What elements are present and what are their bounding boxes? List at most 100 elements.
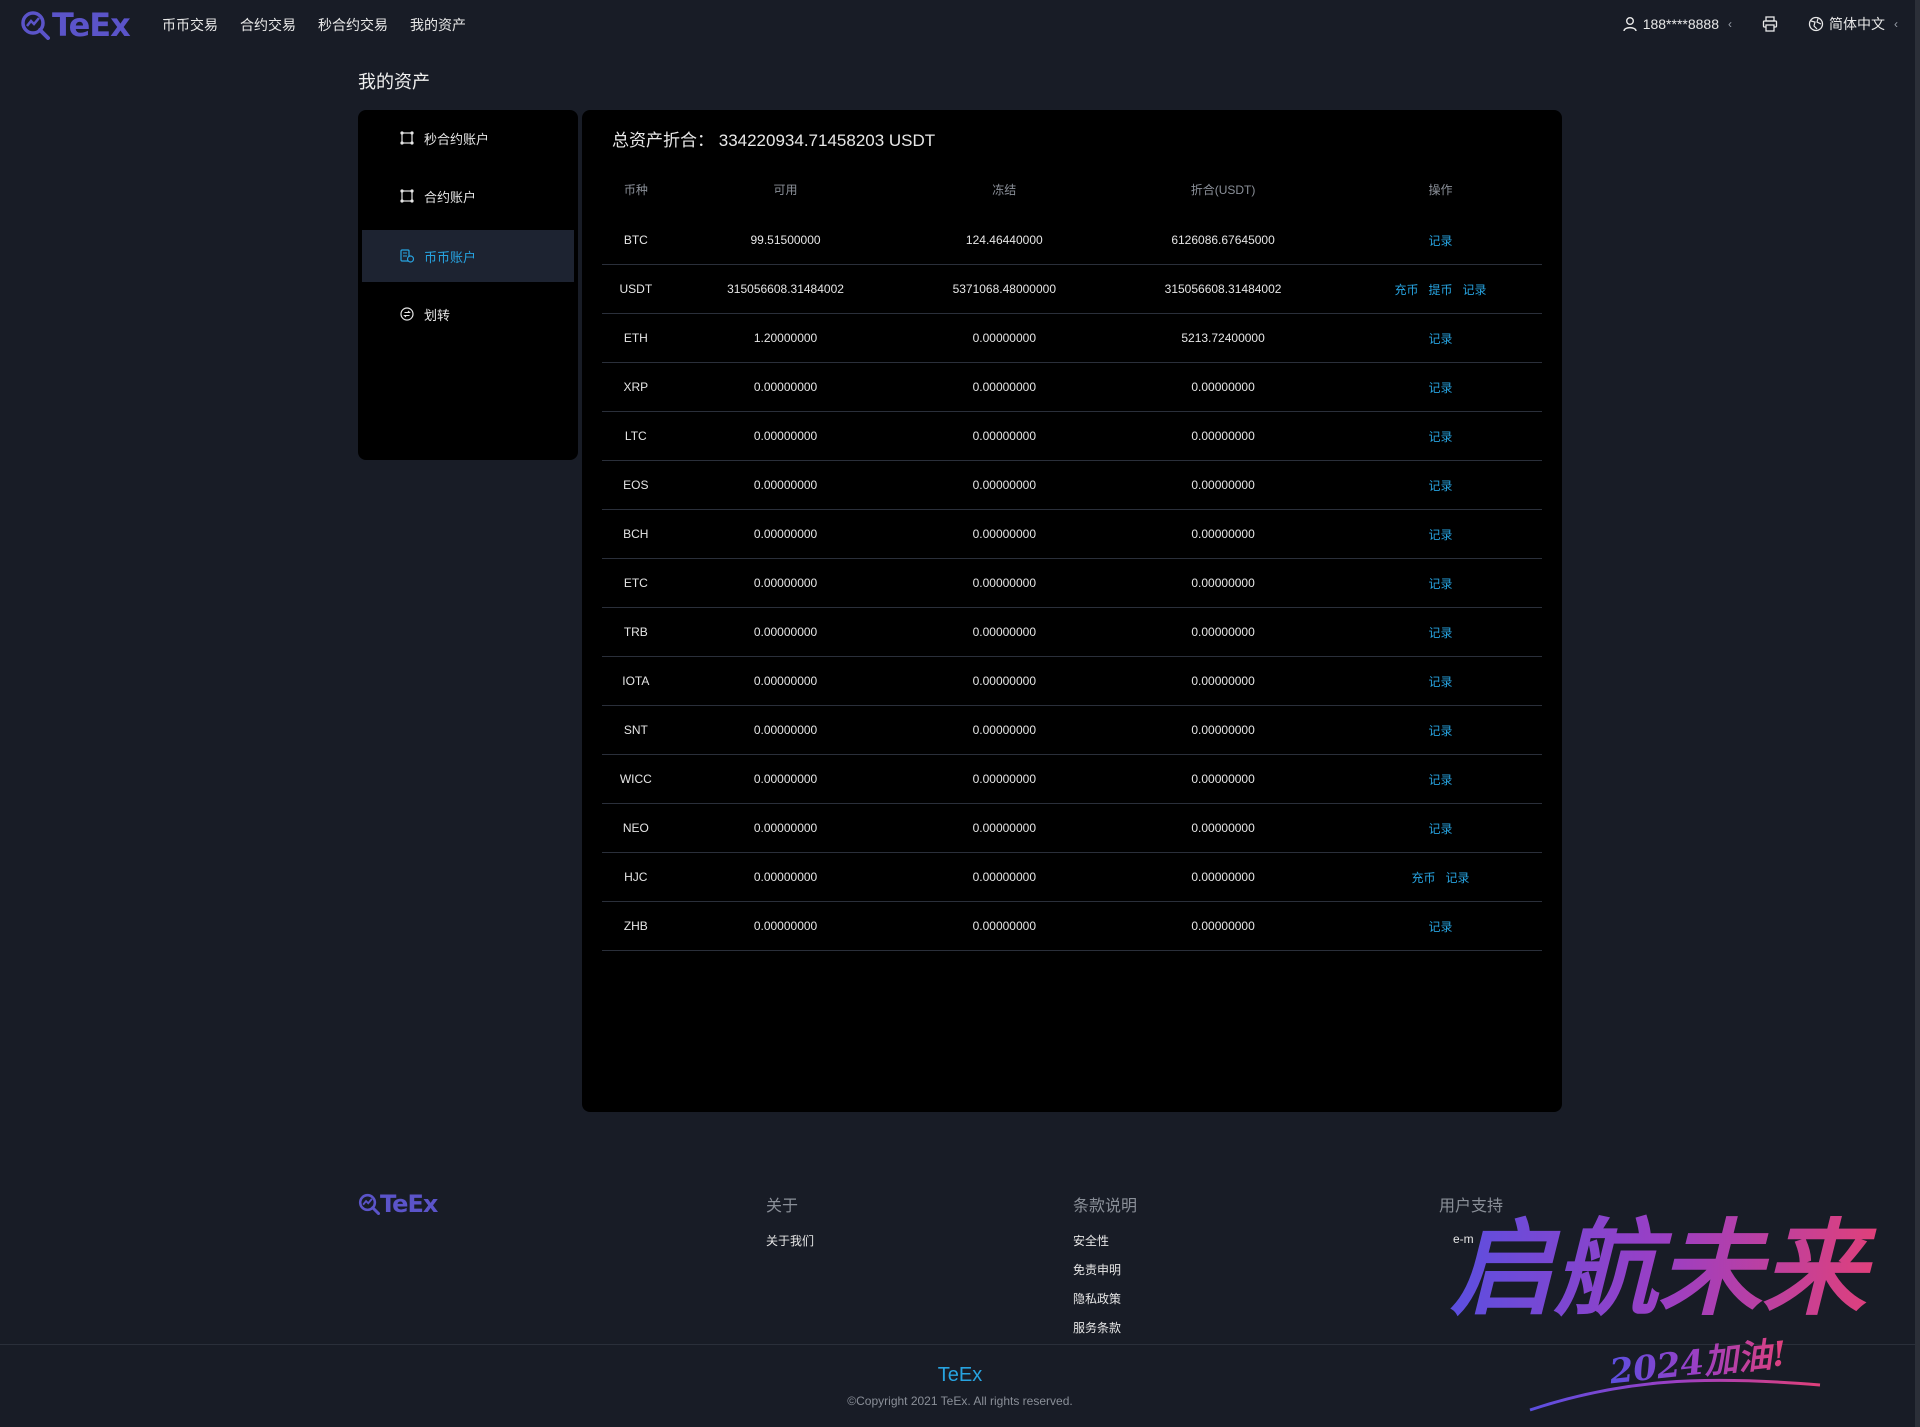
printer-icon (1762, 16, 1778, 32)
language-label: 简体中文 (1829, 16, 1885, 32)
cell-frozen: 124.46440000 (901, 216, 1108, 265)
footer-link-about-us[interactable]: 关于我们 (766, 1232, 814, 1249)
total-assets-value: 334220934.71458203 USDT (718, 131, 936, 150)
footer-link-security[interactable]: 安全性 (1073, 1232, 1137, 1249)
nav-my-assets[interactable]: 我的资产 (410, 15, 466, 35)
cell-actions: 记录 (1338, 509, 1542, 559)
column-header-available: 可用 (773, 182, 798, 197)
footer-logo[interactable]: TeEx (358, 1190, 438, 1218)
column-header-usdt-value: 折合(USDT) (1190, 182, 1256, 197)
sidebar-item-spot-account[interactable]: 币币账户 (362, 230, 574, 282)
cell-usdt-value: 0.00000000 (1107, 558, 1339, 608)
record-link[interactable]: 记录 (1428, 332, 1452, 346)
cell-available: 0.00000000 (669, 411, 902, 461)
record-link[interactable]: 记录 (1428, 577, 1452, 591)
table-row: ZHB 0.00000000 0.00000000 0.00000000 记录 (602, 901, 1542, 951)
footer-link-privacy[interactable]: 隐私政策 (1073, 1290, 1137, 1307)
cell-actions: 记录 (1338, 411, 1542, 461)
record-link[interactable]: 记录 (1462, 283, 1486, 297)
record-link[interactable]: 记录 (1428, 234, 1452, 248)
withdraw-link[interactable]: 提币 (1428, 283, 1452, 297)
record-link[interactable]: 记录 (1428, 675, 1452, 689)
grid-icon (400, 189, 414, 203)
cell-coin: ETH (602, 313, 670, 363)
logo-magnifier-icon (358, 1193, 380, 1215)
cell-actions: 充币 记录 (1338, 852, 1542, 902)
record-link[interactable]: 记录 (1428, 430, 1452, 444)
cell-available: 1.20000000 (669, 313, 902, 363)
record-link[interactable]: 记录 (1445, 871, 1469, 885)
cell-available: 0.00000000 (669, 558, 902, 608)
sidebar-item-second-contract-account[interactable]: 秒合约账户 (362, 112, 574, 164)
cell-usdt-value: 0.00000000 (1107, 754, 1339, 804)
cell-actions: 记录 (1338, 313, 1542, 363)
language-selector[interactable]: 简体中文 ‹ (1808, 14, 1898, 34)
deposit-link[interactable]: 充币 (1394, 283, 1418, 297)
cell-available: 0.00000000 (669, 705, 902, 755)
page-scrollbar[interactable] (1915, 0, 1920, 1427)
cell-frozen: 0.00000000 (901, 313, 1108, 363)
cell-usdt-value: 0.00000000 (1107, 411, 1339, 461)
brand-logo[interactable]: TeEx (20, 6, 131, 44)
cell-frozen: 0.00000000 (901, 852, 1108, 902)
cell-frozen: 0.00000000 (901, 754, 1108, 804)
nav-spot-trading[interactable]: 币币交易 (162, 15, 218, 35)
nav-contract-trading[interactable]: 合约交易 (240, 15, 296, 35)
table-row: BCH 0.00000000 0.00000000 0.00000000 记录 (602, 509, 1542, 559)
table-row: NEO 0.00000000 0.00000000 0.00000000 记录 (602, 803, 1542, 853)
asset-panel: 总资产折合： 334220934.71458203 USDT 币种 可用 冻结 … (582, 110, 1562, 1112)
cell-available: 0.00000000 (669, 852, 902, 902)
cell-actions: 记录 (1338, 901, 1542, 951)
record-link[interactable]: 记录 (1428, 626, 1452, 640)
nav-second-contract-trading[interactable]: 秒合约交易 (318, 15, 388, 35)
table-row: SNT 0.00000000 0.00000000 0.00000000 记录 (602, 705, 1542, 755)
user-phone: 188****8888 (1642, 16, 1719, 32)
footer-link-terms-of-service[interactable]: 服务条款 (1073, 1319, 1137, 1336)
footer-heading: 条款说明 (1073, 1198, 1138, 1215)
table-header-row: 币种 可用 冻结 折合(USDT) 操作 (602, 162, 1542, 216)
cell-frozen: 0.00000000 (901, 803, 1108, 853)
cell-frozen: 0.00000000 (901, 558, 1108, 608)
record-link[interactable]: 记录 (1428, 724, 1452, 738)
cell-coin: LTC (602, 411, 670, 461)
table-row: WICC 0.00000000 0.00000000 0.00000000 记录 (602, 754, 1542, 804)
cell-actions: 记录 (1338, 607, 1542, 657)
column-header-actions: 操作 (1428, 182, 1453, 197)
asset-table-body: BTC 99.51500000 124.46440000 6126086.676450… (602, 216, 1542, 951)
account-sidebar: 秒合约账户 合约账户 币币账户 划转 (358, 110, 578, 460)
cell-available: 0.00000000 (669, 362, 902, 412)
cell-coin: IOTA (602, 656, 670, 706)
cell-actions: 记录 (1338, 803, 1542, 853)
table-row: TRB 0.00000000 0.00000000 0.00000000 记录 (602, 607, 1542, 657)
sidebar-item-label: 币币账户 (424, 249, 477, 265)
table-row: ETC 0.00000000 0.00000000 0.00000000 记录 (602, 558, 1542, 608)
cell-available: 0.00000000 (669, 803, 902, 853)
cell-usdt-value: 0.00000000 (1107, 460, 1339, 510)
footer-link-disclaimer[interactable]: 免责申明 (1073, 1261, 1137, 1278)
user-menu[interactable]: 188****8888 ‹ (1622, 16, 1732, 32)
cell-actions: 记录 (1338, 362, 1542, 412)
cell-actions: 记录 (1338, 216, 1542, 265)
record-link[interactable]: 记录 (1428, 528, 1452, 542)
record-link[interactable]: 记录 (1428, 381, 1452, 395)
sidebar-item-transfer[interactable]: 划转 (362, 288, 574, 340)
record-link[interactable]: 记录 (1428, 773, 1452, 787)
cell-available: 0.00000000 (669, 509, 902, 559)
footer-terms: 条款说明 安全性 免责申明 隐私政策 服务条款 (1073, 1192, 1137, 1348)
top-navbar: TeEx 币币交易 合约交易 秒合约交易 我的资产 188****8888 ‹ (0, 0, 1920, 48)
record-link[interactable]: 记录 (1428, 822, 1452, 836)
cell-frozen: 5371068.48000000 (901, 264, 1108, 314)
cell-available: 0.00000000 (669, 607, 902, 657)
sidebar-item-label: 秒合约账户 (424, 131, 490, 147)
print-button[interactable] (1762, 16, 1778, 32)
record-link[interactable]: 记录 (1428, 479, 1452, 493)
deposit-link[interactable]: 充币 (1411, 871, 1435, 885)
asset-table: 币种 可用 冻结 折合(USDT) 操作 BTC 99.51500000 124.4… (602, 162, 1542, 951)
cell-available: 0.00000000 (669, 460, 902, 510)
record-link[interactable]: 记录 (1428, 920, 1452, 934)
table-row: IOTA 0.00000000 0.00000000 0.00000000 记录 (602, 656, 1542, 706)
sidebar-item-contract-account[interactable]: 合约账户 (362, 170, 574, 222)
transfer-icon (400, 307, 414, 321)
cell-usdt-value: 0.00000000 (1107, 509, 1339, 559)
cell-coin: NEO (602, 803, 670, 853)
